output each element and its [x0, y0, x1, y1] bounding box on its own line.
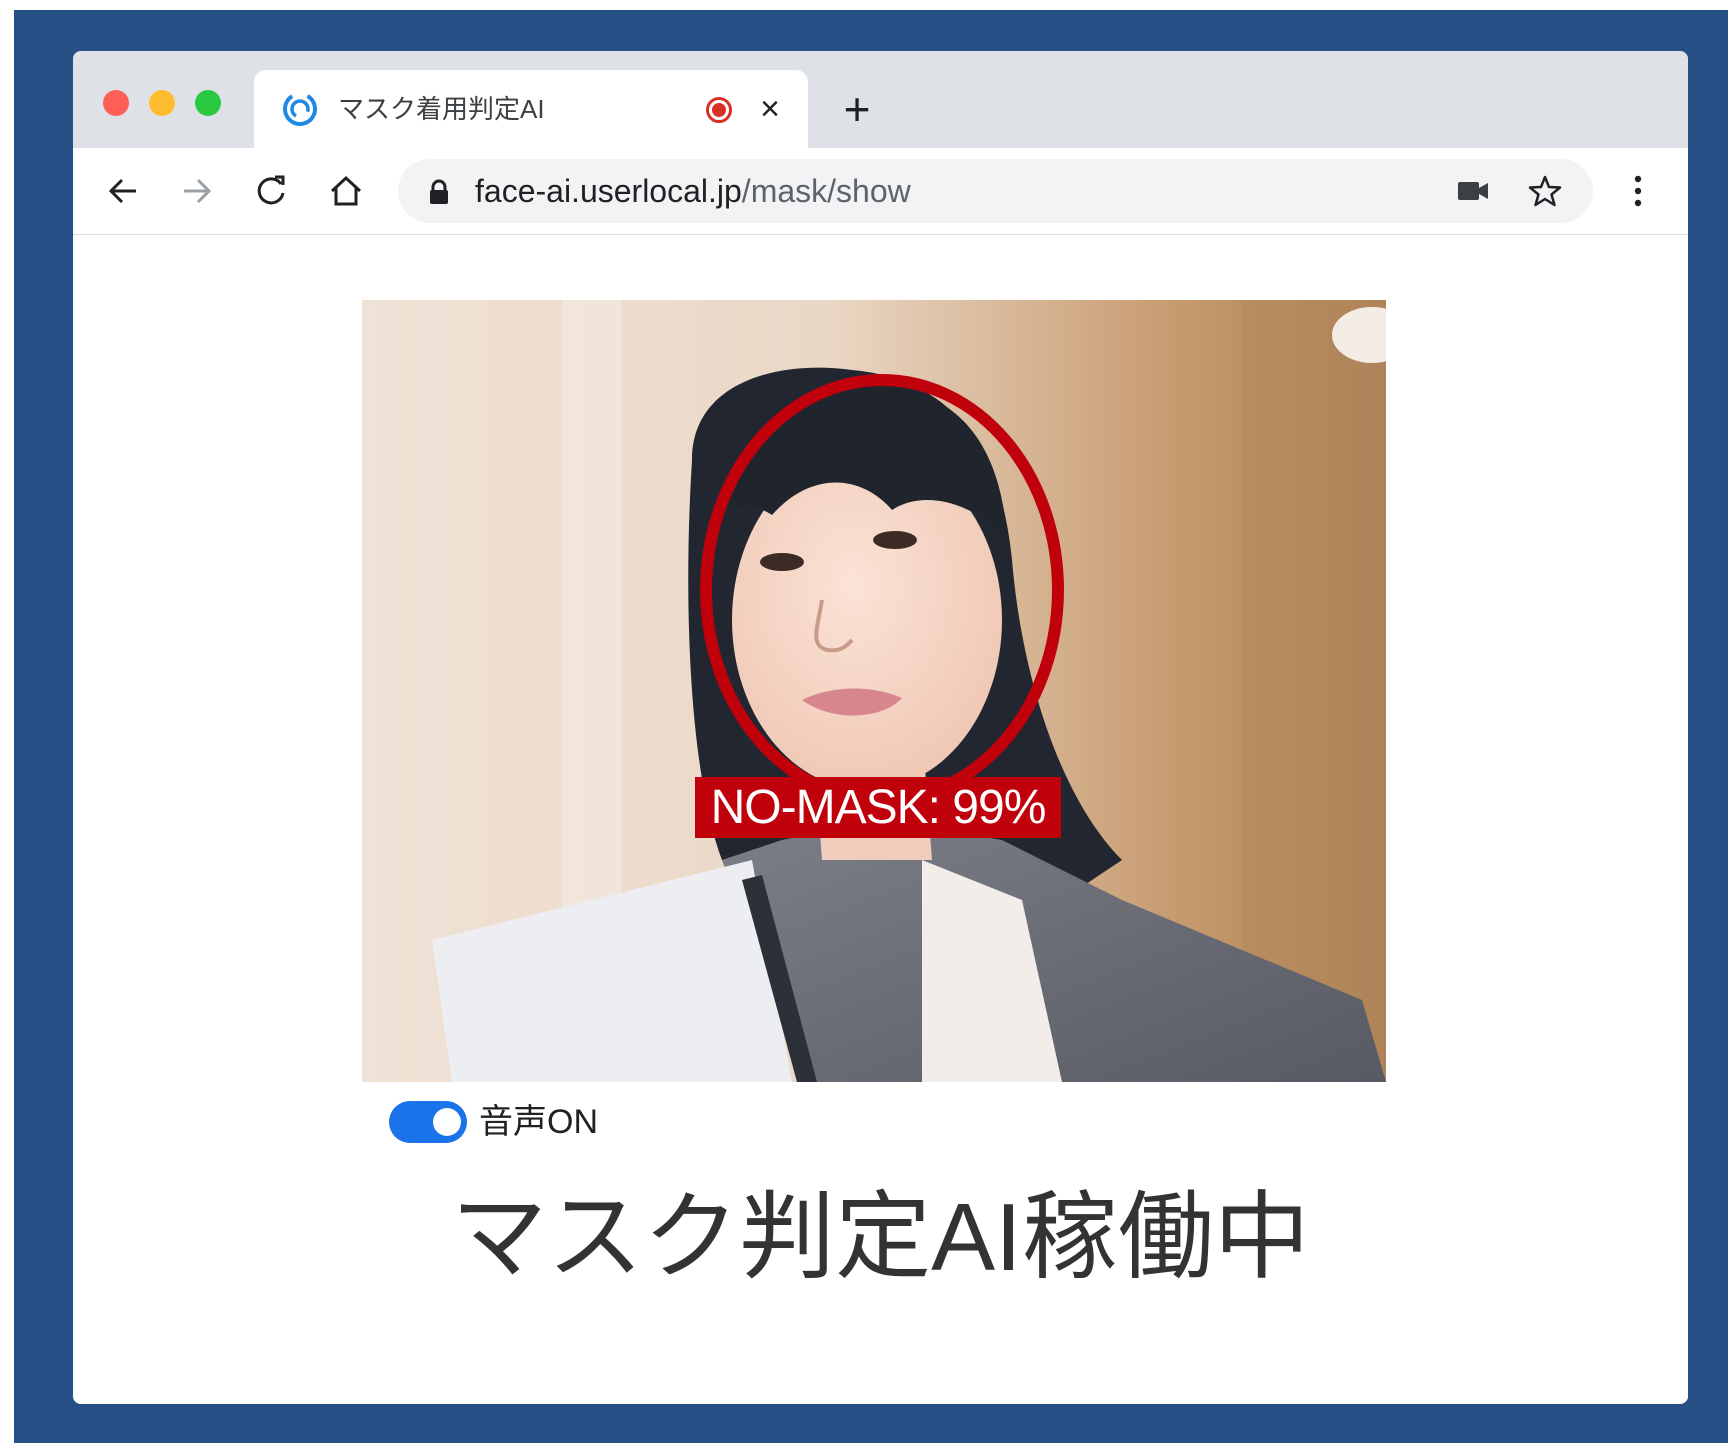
home-icon [330, 175, 362, 206]
url-path: /mask/show [741, 173, 911, 209]
active-tab[interactable]: マスク着用判定AI × [254, 70, 808, 148]
lock-icon [428, 179, 450, 210]
forward-button[interactable] [172, 166, 222, 216]
record-icon [706, 97, 732, 123]
new-tab-button[interactable]: + [829, 70, 885, 148]
tab-title: マスク着用判定AI [338, 94, 545, 124]
home-button[interactable] [321, 166, 371, 216]
camera-feed: NO-MASK: 99% [362, 300, 1386, 1082]
close-window-button[interactable] [103, 90, 129, 116]
close-icon[interactable]: × [752, 70, 788, 148]
zoom-window-button[interactable] [195, 90, 221, 116]
sound-toggle-switch[interactable] [389, 1101, 467, 1143]
userlocal-logo-icon [282, 91, 318, 127]
status-title: マスク判定AI稼働中 [451, 1184, 1310, 1291]
more-vert-icon [1634, 175, 1642, 207]
plus-icon: + [843, 83, 871, 135]
reload-button[interactable] [246, 166, 296, 216]
tab-strip: マスク着用判定AI × + [73, 51, 1688, 148]
minimize-window-button[interactable] [149, 90, 175, 116]
back-arrow-icon [108, 178, 136, 204]
forward-arrow-icon [184, 178, 212, 204]
sound-toggle-label: 音声ON [479, 1103, 598, 1141]
browser-menu-button[interactable] [1613, 166, 1663, 216]
camera-frame-image [362, 300, 1386, 1082]
address-bar[interactable]: face-ai.userlocal.jp/mask/show [398, 159, 1593, 223]
bookmark-button[interactable] [1523, 169, 1567, 213]
back-button[interactable] [98, 166, 148, 216]
detection-label: NO-MASK: 99% [695, 777, 1061, 838]
camera-in-use-button[interactable] [1453, 173, 1493, 209]
page-content: NO-MASK: 99% 音声ON マスク判定AI稼働中 [73, 235, 1688, 1404]
browser-window: マスク着用判定AI × + face-ai.userlocal.jp/mask/… [73, 51, 1688, 1404]
browser-toolbar: face-ai.userlocal.jp/mask/show [73, 148, 1688, 235]
url-host: face-ai.userlocal.jp [475, 173, 742, 209]
video-camera-icon [1458, 182, 1488, 200]
star-icon [1528, 175, 1562, 207]
reload-icon [257, 175, 285, 205]
url-text: face-ai.userlocal.jp/mask/show [475, 159, 911, 223]
